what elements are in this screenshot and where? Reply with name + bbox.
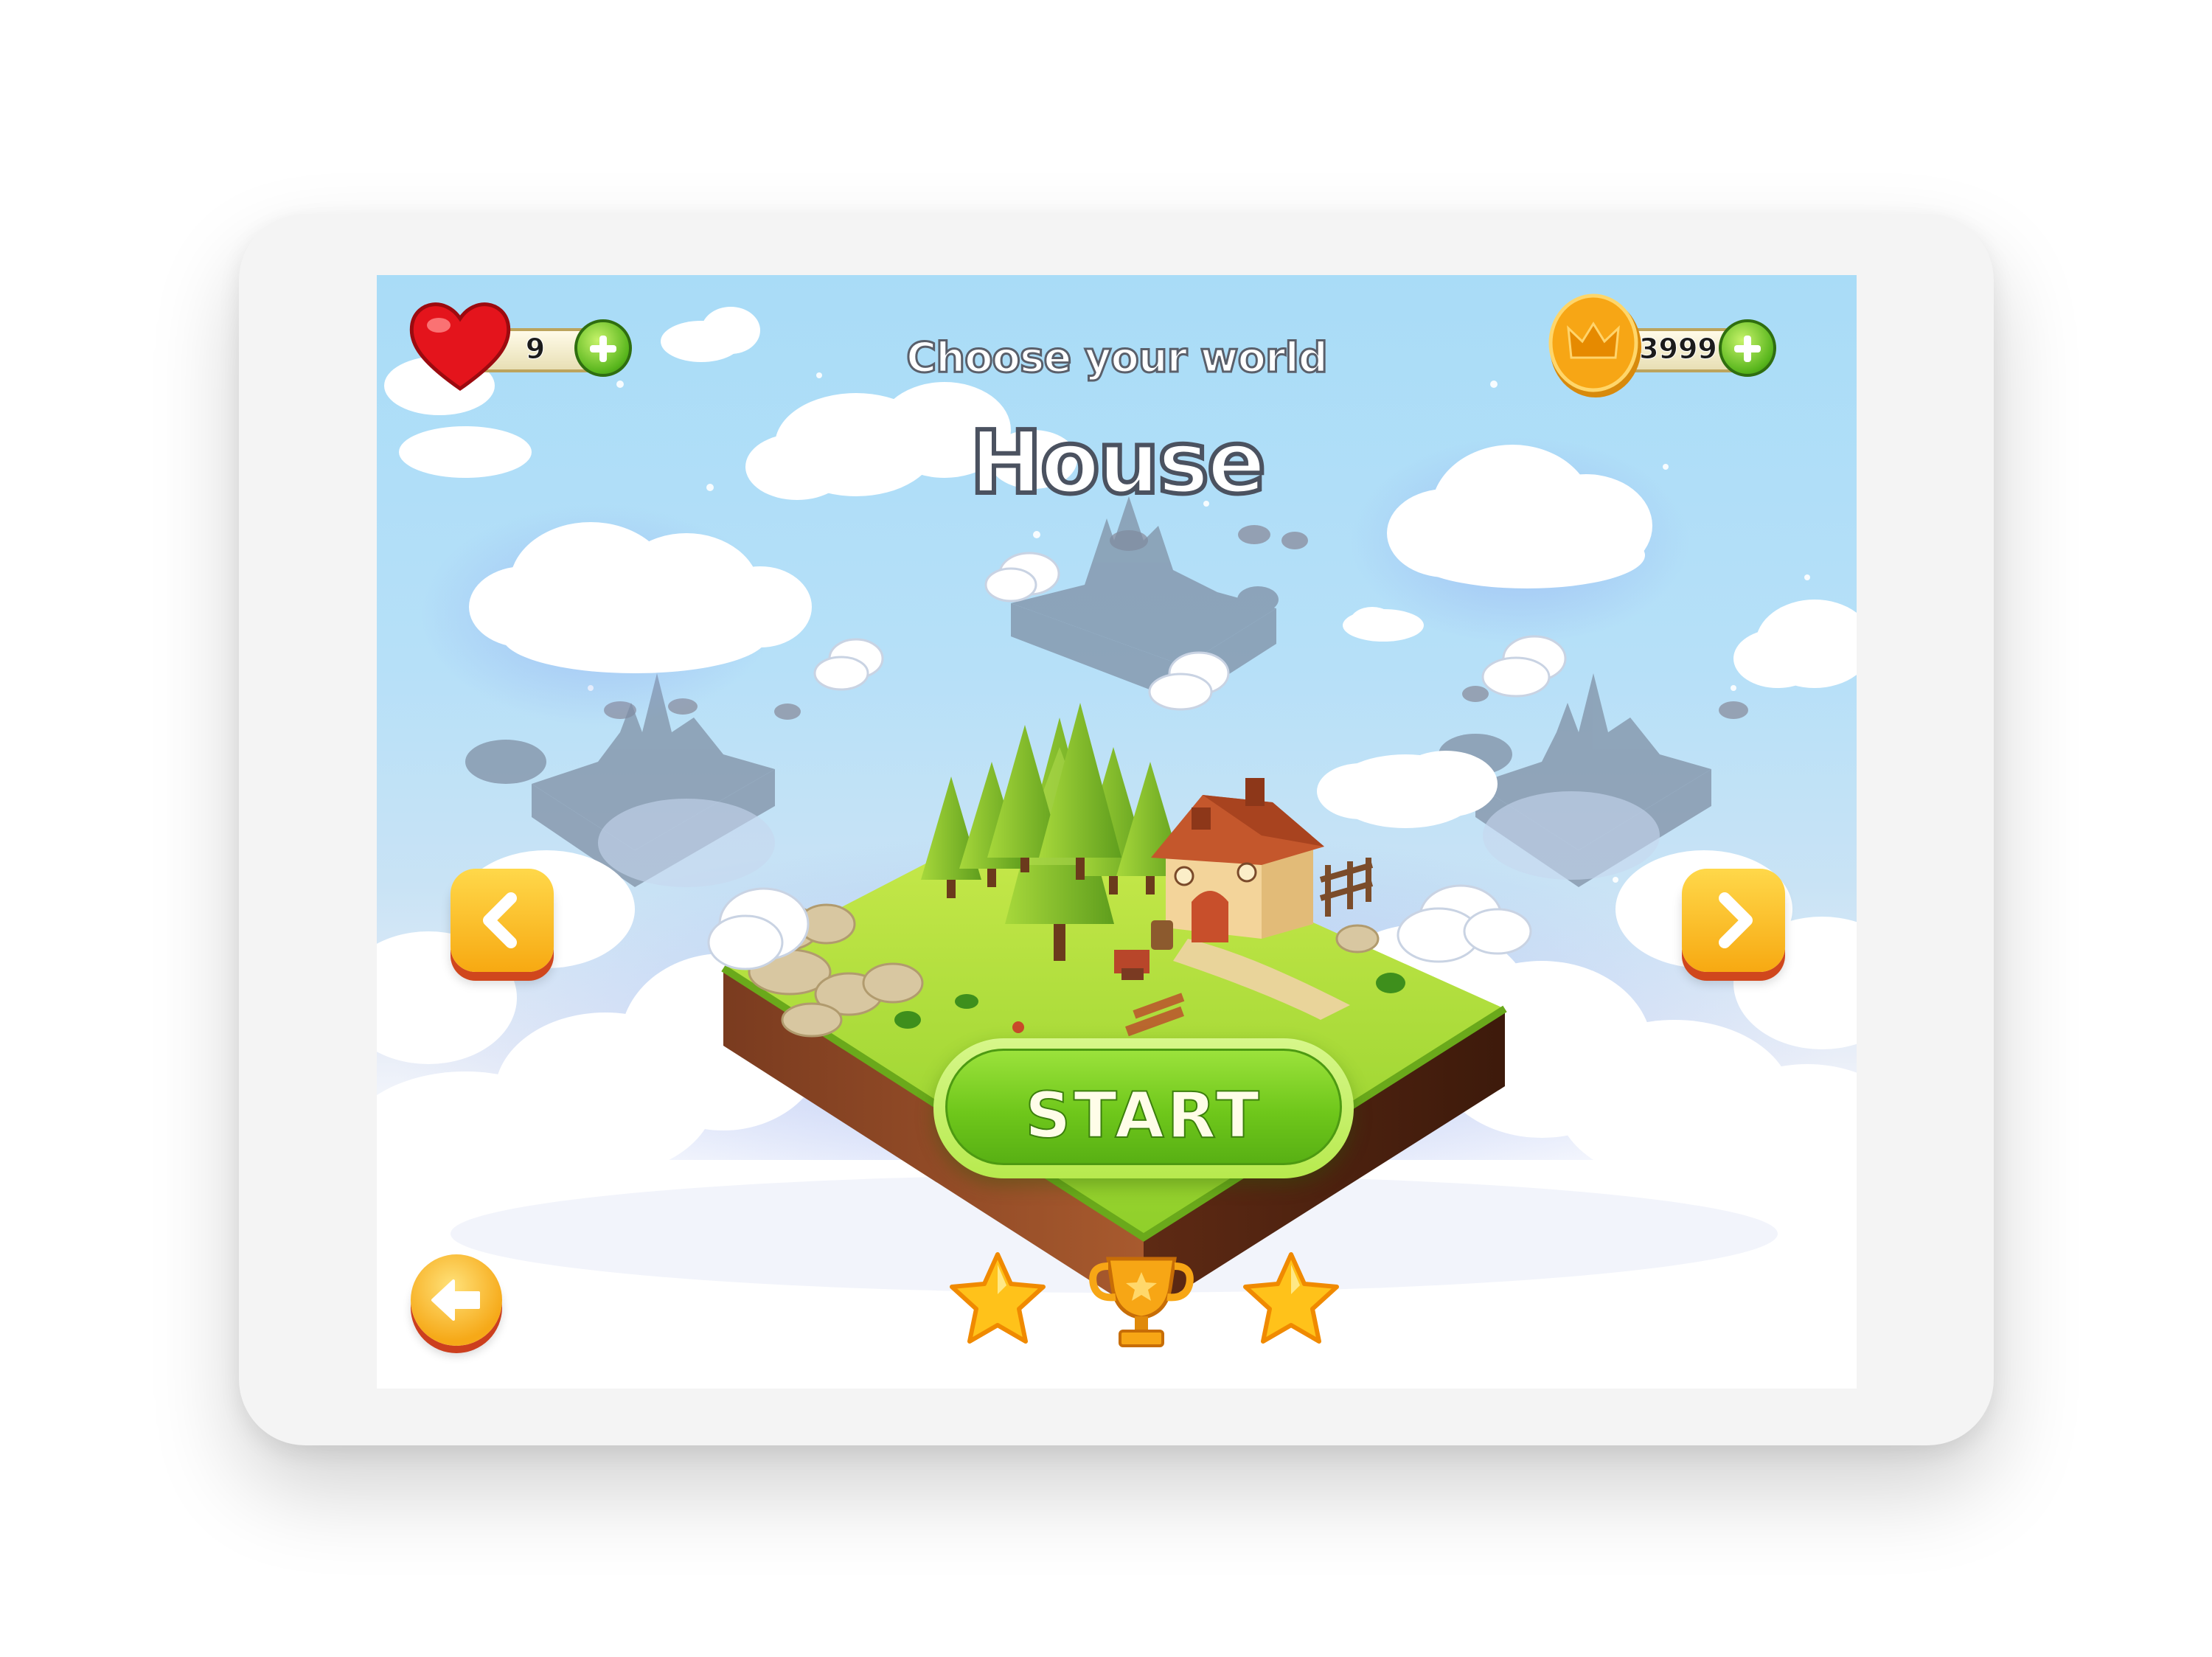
game-screen: 9 3999 Choose your world House START bbox=[377, 275, 1857, 1389]
subtitle: Choose your world bbox=[905, 333, 1329, 383]
tablet-frame: 9 3999 Choose your world House START bbox=[239, 214, 1994, 1445]
prev-world-button[interactable] bbox=[451, 869, 554, 972]
start-button-face: START bbox=[945, 1049, 1342, 1165]
star-icon bbox=[1243, 1252, 1339, 1344]
next-world-button[interactable] bbox=[1682, 869, 1785, 972]
start-button[interactable]: START bbox=[933, 1038, 1354, 1178]
arrow-left-icon bbox=[431, 1279, 480, 1321]
chevron-right-icon bbox=[1719, 892, 1753, 948]
world-title: House bbox=[967, 409, 1268, 515]
star-icon bbox=[950, 1252, 1046, 1344]
start-label: START bbox=[1024, 1078, 1262, 1153]
back-button[interactable] bbox=[411, 1254, 502, 1346]
trophy-icon bbox=[1089, 1257, 1194, 1347]
chevron-left-icon bbox=[483, 892, 517, 948]
